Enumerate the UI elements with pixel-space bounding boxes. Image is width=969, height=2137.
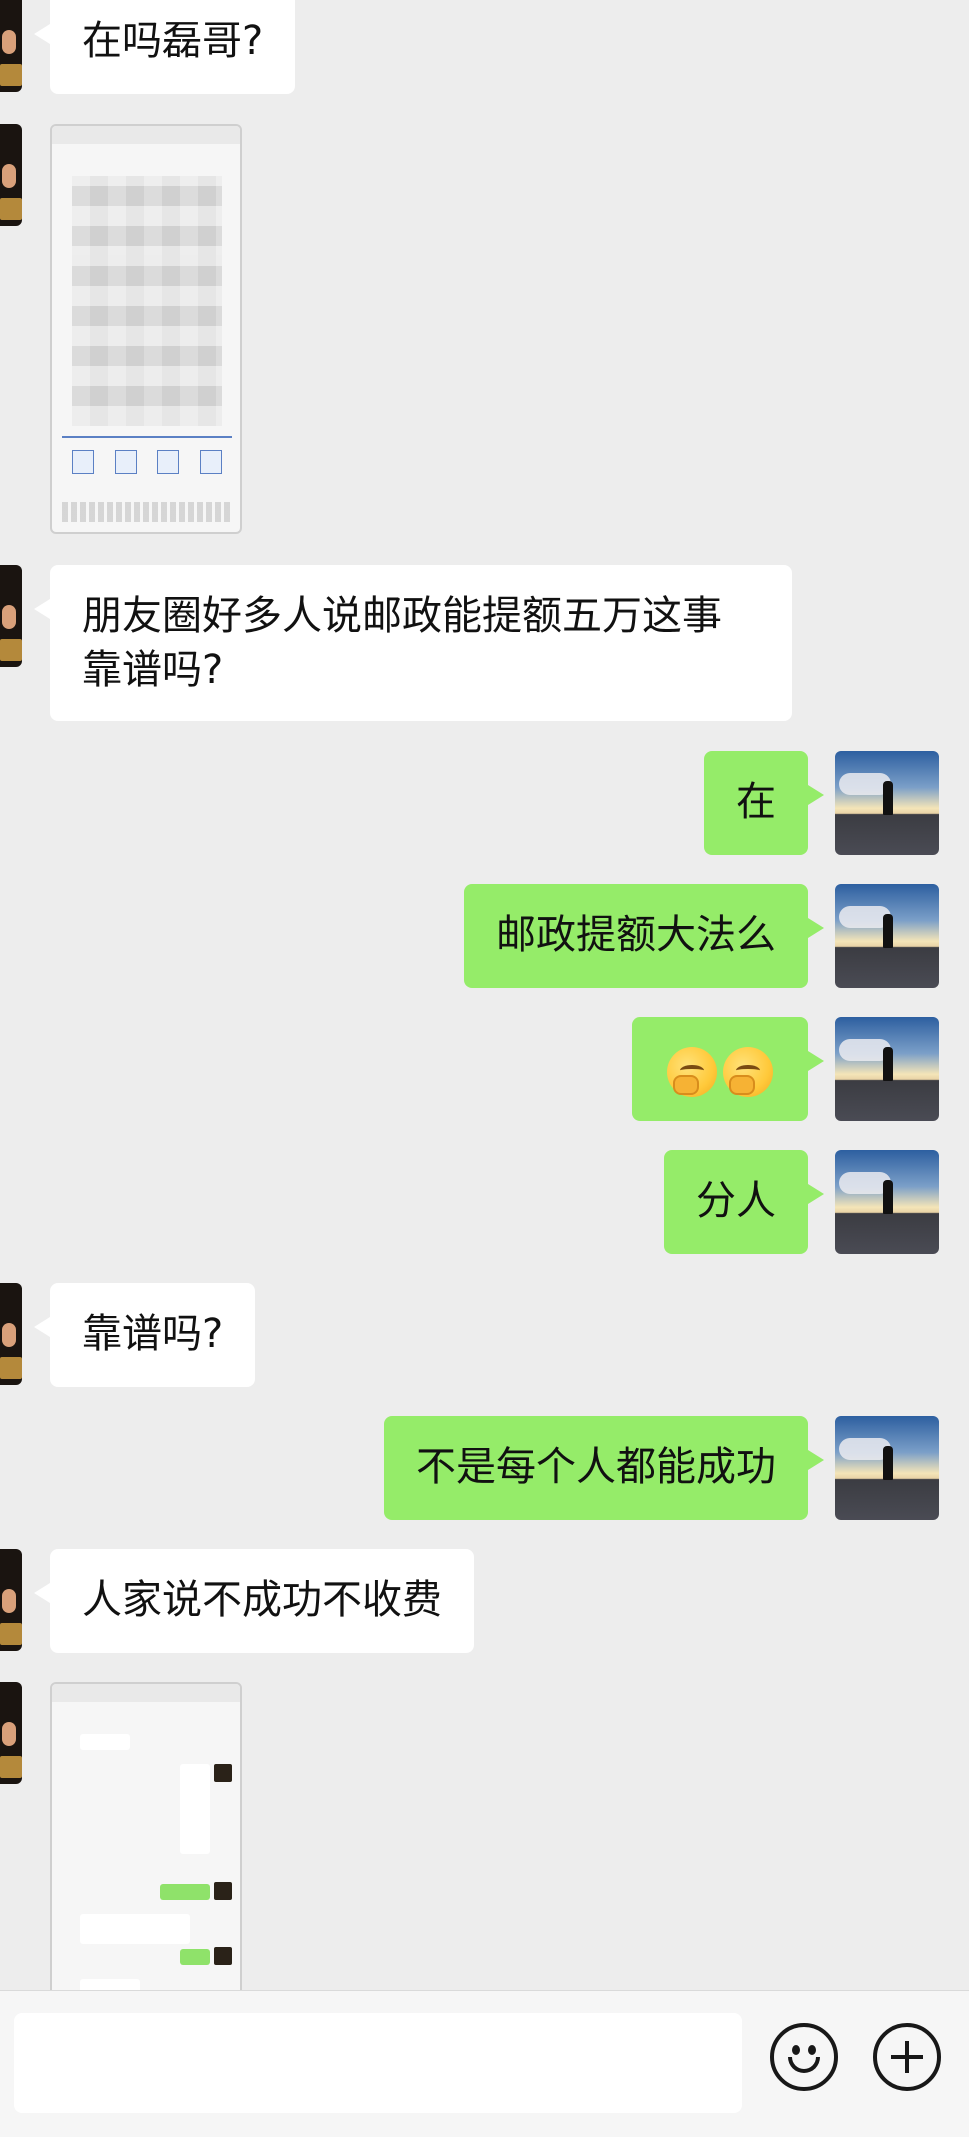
image-status-bar: [52, 1684, 240, 1702]
plus-icon[interactable]: [873, 2023, 941, 2091]
contact-avatar[interactable]: [0, 0, 22, 92]
emoji-message-bubble[interactable]: [632, 1017, 824, 1121]
input-bar: [0, 1990, 969, 2137]
image-grid-row: [62, 436, 232, 478]
contact-avatar[interactable]: [0, 1549, 22, 1651]
my-avatar[interactable]: [835, 1416, 939, 1520]
image-chat-preview: [60, 1724, 236, 1990]
message-bubble[interactable]: 靠谱吗?: [33, 1283, 256, 1387]
my-avatar[interactable]: [835, 884, 939, 988]
image-status-bar: [52, 126, 240, 144]
image-message[interactable]: [50, 124, 242, 534]
thinking-face-icon: [723, 1047, 773, 1097]
my-avatar[interactable]: [835, 1150, 939, 1254]
thinking-face-icon: [667, 1047, 717, 1097]
message-bubble[interactable]: 邮政提额大法么: [464, 884, 824, 988]
message-bubble[interactable]: 在: [704, 751, 824, 855]
message-bubble[interactable]: 在吗磊哥?: [33, 0, 296, 94]
image-message[interactable]: [50, 1682, 242, 1990]
message-bubble[interactable]: 分人: [664, 1150, 824, 1254]
contact-avatar[interactable]: [0, 565, 22, 667]
contact-avatar[interactable]: [0, 124, 22, 226]
contact-avatar[interactable]: [0, 1682, 22, 1784]
my-avatar[interactable]: [835, 1017, 939, 1121]
message-input[interactable]: [14, 2013, 742, 2113]
chat-message-list[interactable]: 在吗磊哥? 朋友圈好多人说邮政能提额五万这事靠谱吗? 在 邮政提额大法么 分人 …: [0, 0, 969, 1990]
my-avatar[interactable]: [835, 751, 939, 855]
contact-avatar[interactable]: [0, 1283, 22, 1385]
message-bubble[interactable]: 朋友圈好多人说邮政能提额五万这事靠谱吗?: [34, 565, 792, 721]
message-bubble[interactable]: 不是每个人都能成功: [384, 1416, 824, 1520]
emoji-icon[interactable]: [770, 2023, 838, 2091]
message-bubble[interactable]: 人家说不成功不收费: [34, 1549, 474, 1653]
